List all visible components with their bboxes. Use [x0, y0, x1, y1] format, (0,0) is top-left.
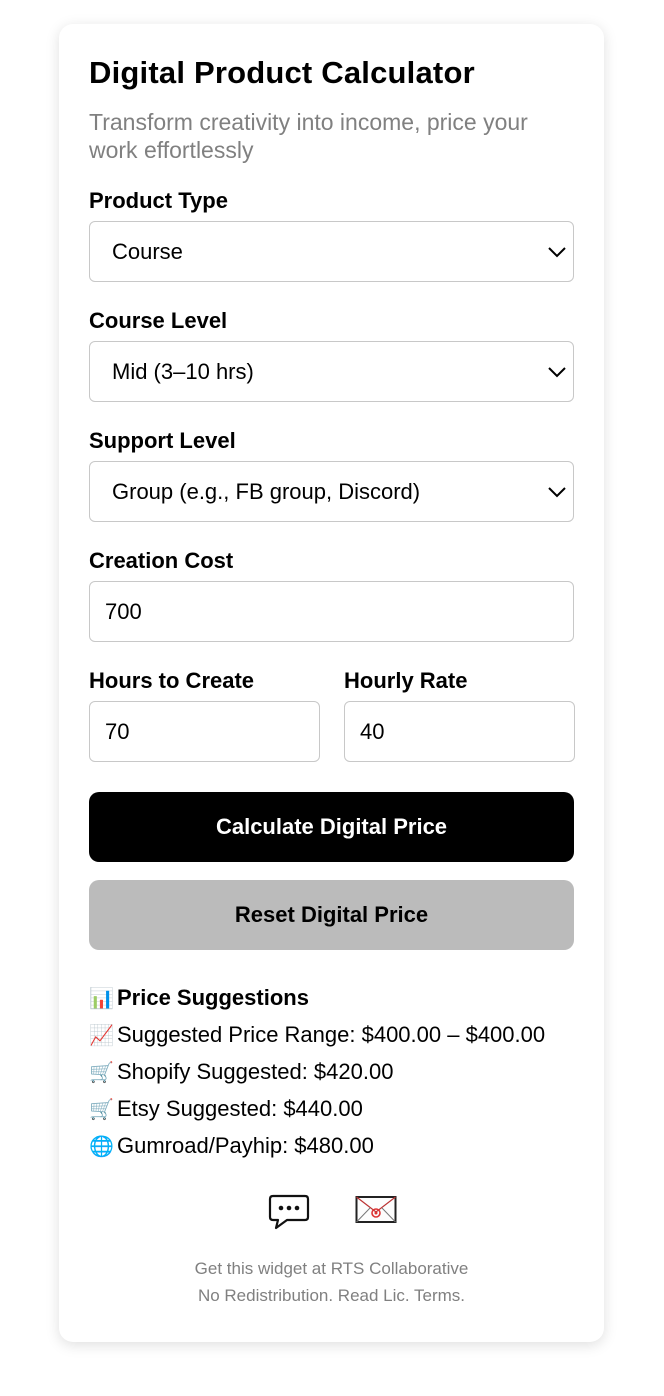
hours-value: 70 — [105, 718, 130, 744]
course-level-select[interactable]: Mid (3–10 hrs) — [89, 341, 574, 402]
result-range-text: Suggested Price Range: $400.00 – $400.00 — [117, 1022, 546, 1047]
product-type-value: Course — [112, 238, 183, 264]
result-gumroad: 🌐 Gumroad/Payhip: $480.00 — [89, 1128, 574, 1165]
bar-chart-icon: 📊 — [89, 988, 114, 1010]
creation-cost-value: 700 — [105, 598, 142, 624]
globe-icon: 🌐 — [89, 1136, 114, 1158]
results-heading-text: Price Suggestions — [117, 985, 309, 1010]
hours-input[interactable]: 70 — [89, 701, 320, 762]
hours-column: Hours to Create 70 — [89, 668, 320, 762]
support-level-label: Support Level — [89, 428, 236, 453]
email-icon[interactable] — [355, 1193, 397, 1225]
page-title: Digital Product Calculator — [89, 55, 475, 90]
calculator-card: Digital Product Calculator Transform cre… — [59, 24, 604, 1342]
calculate-button[interactable]: Calculate Digital Price — [89, 792, 574, 862]
result-etsy-text: Etsy Suggested: $440.00 — [117, 1096, 363, 1121]
shopping-cart-icon: 🛒 — [89, 1099, 114, 1121]
chart-increasing-icon: 📈 — [89, 1025, 114, 1047]
product-type-label: Product Type — [89, 188, 228, 213]
shopping-cart-icon: 🛒 — [89, 1062, 114, 1084]
contact-icons — [89, 1193, 574, 1231]
rate-label: Hourly Rate — [344, 668, 468, 693]
rate-column: Hourly Rate 40 — [344, 668, 575, 762]
result-etsy: 🛒 Etsy Suggested: $440.00 — [89, 1091, 574, 1128]
creation-cost-input[interactable]: 700 — [89, 581, 574, 642]
rate-input[interactable]: 40 — [344, 701, 575, 762]
support-level-value: Group (e.g., FB group, Discord) — [112, 478, 421, 504]
chat-bubble-icon[interactable] — [267, 1193, 311, 1231]
result-shopify-text: Shopify Suggested: $420.00 — [117, 1059, 394, 1084]
footer: Get this widget at RTS Collaborative No … — [89, 1255, 574, 1309]
footer-line-2: No Redistribution. Read Lic. Terms. — [197, 1286, 466, 1305]
reset-button[interactable]: Reset Digital Price — [89, 880, 574, 950]
result-shopify: 🛒 Shopify Suggested: $420.00 — [89, 1054, 574, 1091]
support-level-select[interactable]: Group (e.g., FB group, Discord) — [89, 461, 574, 522]
product-type-select[interactable]: Course — [89, 221, 574, 282]
course-level-label: Course Level — [89, 308, 228, 333]
hours-rate-row: Hours to Create 70 Hourly Rate 40 — [89, 668, 575, 762]
chevron-down-icon — [548, 366, 566, 377]
course-level-value: Mid (3–10 hrs) — [112, 358, 254, 384]
chevron-down-icon — [548, 486, 566, 497]
result-gumroad-text: Gumroad/Payhip: $480.00 — [117, 1133, 374, 1158]
creation-cost-label: Creation Cost — [89, 548, 234, 573]
result-range: 📈 Suggested Price Range: $400.00 – $400.0… — [89, 1017, 574, 1054]
footer-line-1: Get this widget at RTS Collaborative — [194, 1259, 469, 1278]
price-suggestions: 📊 Price Suggestions 📈 Suggested Price Rang… — [89, 980, 574, 1165]
hours-label: Hours to Create — [89, 668, 255, 693]
page-subtitle: Transform creativity into income, price … — [89, 109, 528, 163]
chevron-down-icon — [548, 246, 566, 257]
results-heading: 📊 Price Suggestions — [89, 980, 574, 1017]
rate-value: 40 — [360, 718, 385, 744]
